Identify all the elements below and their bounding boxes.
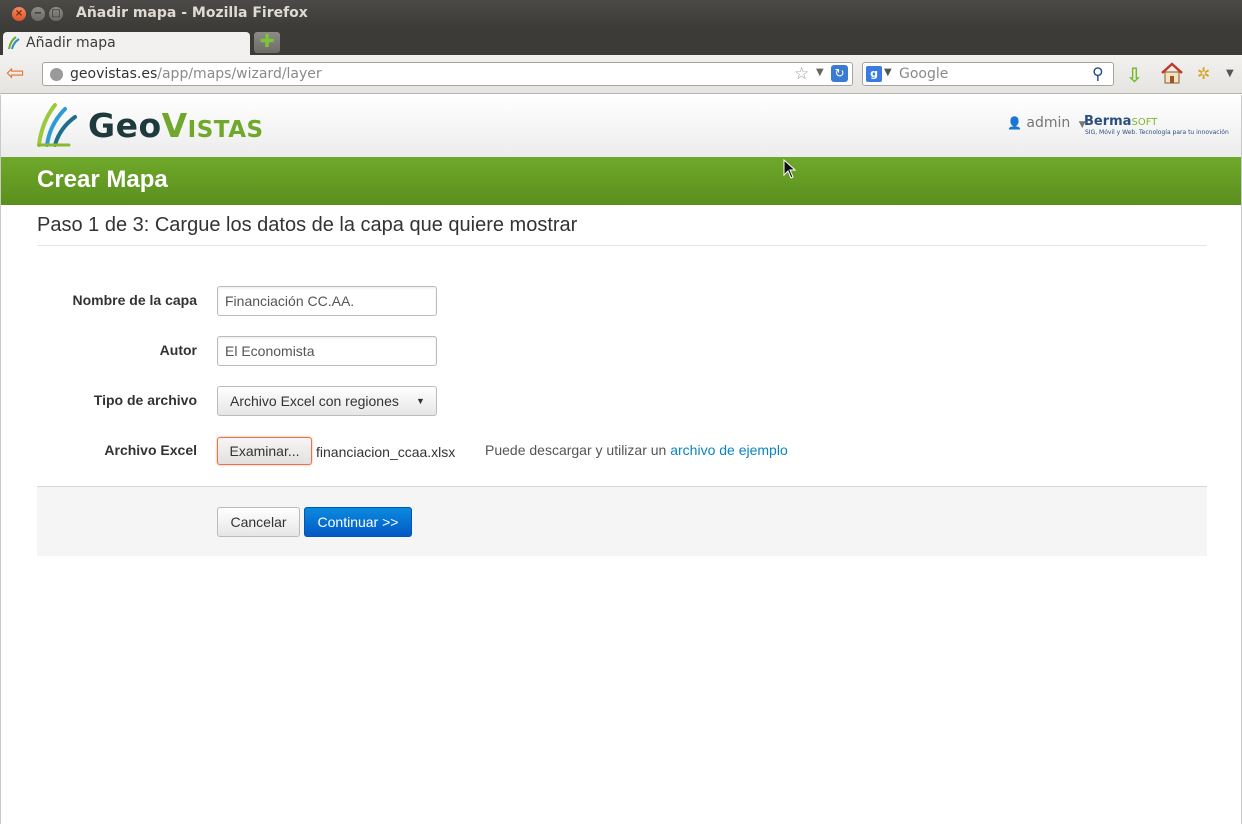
example-file-hint: Puede descargar y utilizar un archivo de…: [485, 442, 788, 458]
search-placeholder: Google: [899, 66, 949, 82]
example-file-link[interactable]: archivo de ejemplo: [670, 442, 788, 458]
page-title: Crear Mapa: [37, 166, 168, 193]
new-tab-button[interactable]: ✚: [254, 32, 280, 53]
layer-name-label: Nombre de la capa: [72, 292, 198, 308]
geovistas-favicon-icon: [8, 36, 20, 50]
back-arrow-icon: ⇦: [6, 61, 25, 86]
page-banner: Crear Mapa: [1, 157, 1241, 205]
cancel-button[interactable]: Cancelar: [217, 507, 300, 537]
search-engine-dropdown-icon[interactable]: ▼: [884, 67, 892, 78]
brand-berma: Berma: [1084, 114, 1132, 129]
file-type-select[interactable]: Archivo Excel con regiones ▼: [217, 386, 437, 416]
hint-text: Puede descargar y utilizar un: [485, 442, 671, 458]
url-text[interactable]: geovistas.es/app/maps/wizard/layer: [70, 66, 322, 82]
site-header: GeoVistas 👤 admin ▼ BermaSOFT SIG, Móvil…: [1, 95, 1241, 157]
user-menu[interactable]: 👤 admin ▼: [1007, 115, 1086, 131]
tab-label: Añadir mapa: [26, 35, 116, 51]
addon-icon[interactable]: ✲: [1197, 64, 1210, 83]
mouse-cursor-icon: [783, 159, 797, 179]
window-close-button[interactable]: ×: [12, 7, 26, 21]
bookmark-star-icon[interactable]: ☆: [794, 64, 809, 84]
url-path: /app/maps/wizard/layer: [157, 66, 322, 82]
logo-vistas-text: Vistas: [161, 106, 264, 145]
form-actions: Cancelar Continuar >>: [37, 486, 1207, 556]
search-bar[interactable]: g ▼ Google ⚲: [862, 62, 1114, 86]
user-icon: 👤: [1007, 116, 1022, 130]
tab-strip: Añadir mapa ✚: [0, 28, 1242, 56]
navigation-toolbar: ⇦ geovistas.es/app/maps/wizard/layer ☆ ▼…: [0, 55, 1242, 94]
bermasoft-tagline: SIG, Móvil y Web. Tecnología para tu inn…: [1085, 129, 1229, 136]
bermasoft-logo[interactable]: BermaSOFT SIG, Móvil y Web. Tecnología p…: [1084, 114, 1229, 136]
tab-anadir-mapa[interactable]: Añadir mapa: [3, 32, 250, 56]
author-label: Autor: [159, 342, 197, 358]
window-title: Añadir mapa - Mozilla Firefox: [76, 5, 308, 21]
google-engine-icon[interactable]: g: [866, 66, 882, 82]
divider: [37, 245, 1207, 246]
step-title: Paso 1 de 3: Cargue los datos de la capa…: [37, 214, 578, 236]
globe-icon: [50, 68, 63, 81]
user-name: admin: [1026, 115, 1071, 131]
url-host: geovistas.es: [70, 66, 158, 82]
toolbar-overflow-dropdown-icon[interactable]: ▼: [1226, 68, 1234, 79]
caret-down-icon: ▼: [416, 396, 425, 406]
window-maximize-button[interactable]: □: [49, 7, 63, 21]
browse-file-button[interactable]: Examinar...: [217, 437, 312, 465]
reload-icon[interactable]: ↻: [831, 65, 848, 82]
continue-button[interactable]: Continuar >>: [304, 507, 412, 537]
window-titlebar: × − □ Añadir mapa - Mozilla Firefox: [0, 0, 1242, 28]
window-minimize-button[interactable]: −: [31, 7, 45, 21]
site-logo[interactable]: GeoVistas: [88, 106, 264, 145]
file-type-label: Tipo de archivo: [93, 392, 197, 408]
brand-soft: SOFT: [1131, 117, 1158, 128]
download-icon[interactable]: ⇩: [1126, 63, 1143, 87]
geovistas-logo-icon[interactable]: [35, 101, 81, 149]
url-bar[interactable]: geovistas.es/app/maps/wizard/layer ☆ ▼ ↻: [42, 62, 853, 86]
search-icon[interactable]: ⚲: [1092, 64, 1104, 83]
excel-file-label: Archivo Excel: [104, 442, 197, 458]
plus-icon: ✚: [259, 31, 275, 52]
home-icon[interactable]: [1160, 62, 1184, 84]
layer-name-input[interactable]: Financiación CC.AA.: [217, 286, 437, 316]
back-button[interactable]: ⇦: [6, 63, 32, 87]
logo-geo-text: Geo: [88, 106, 162, 145]
web-content: GeoVistas 👤 admin ▼ BermaSOFT SIG, Móvil…: [0, 95, 1242, 824]
bermasoft-name: BermaSOFT: [1084, 114, 1157, 129]
url-history-dropdown-icon[interactable]: ▼: [816, 67, 824, 78]
selected-file-name: financiacion_ccaa.xlsx: [316, 444, 456, 460]
author-input[interactable]: El Economista: [217, 336, 437, 366]
file-type-selected-value: Archivo Excel con regiones: [230, 393, 399, 409]
